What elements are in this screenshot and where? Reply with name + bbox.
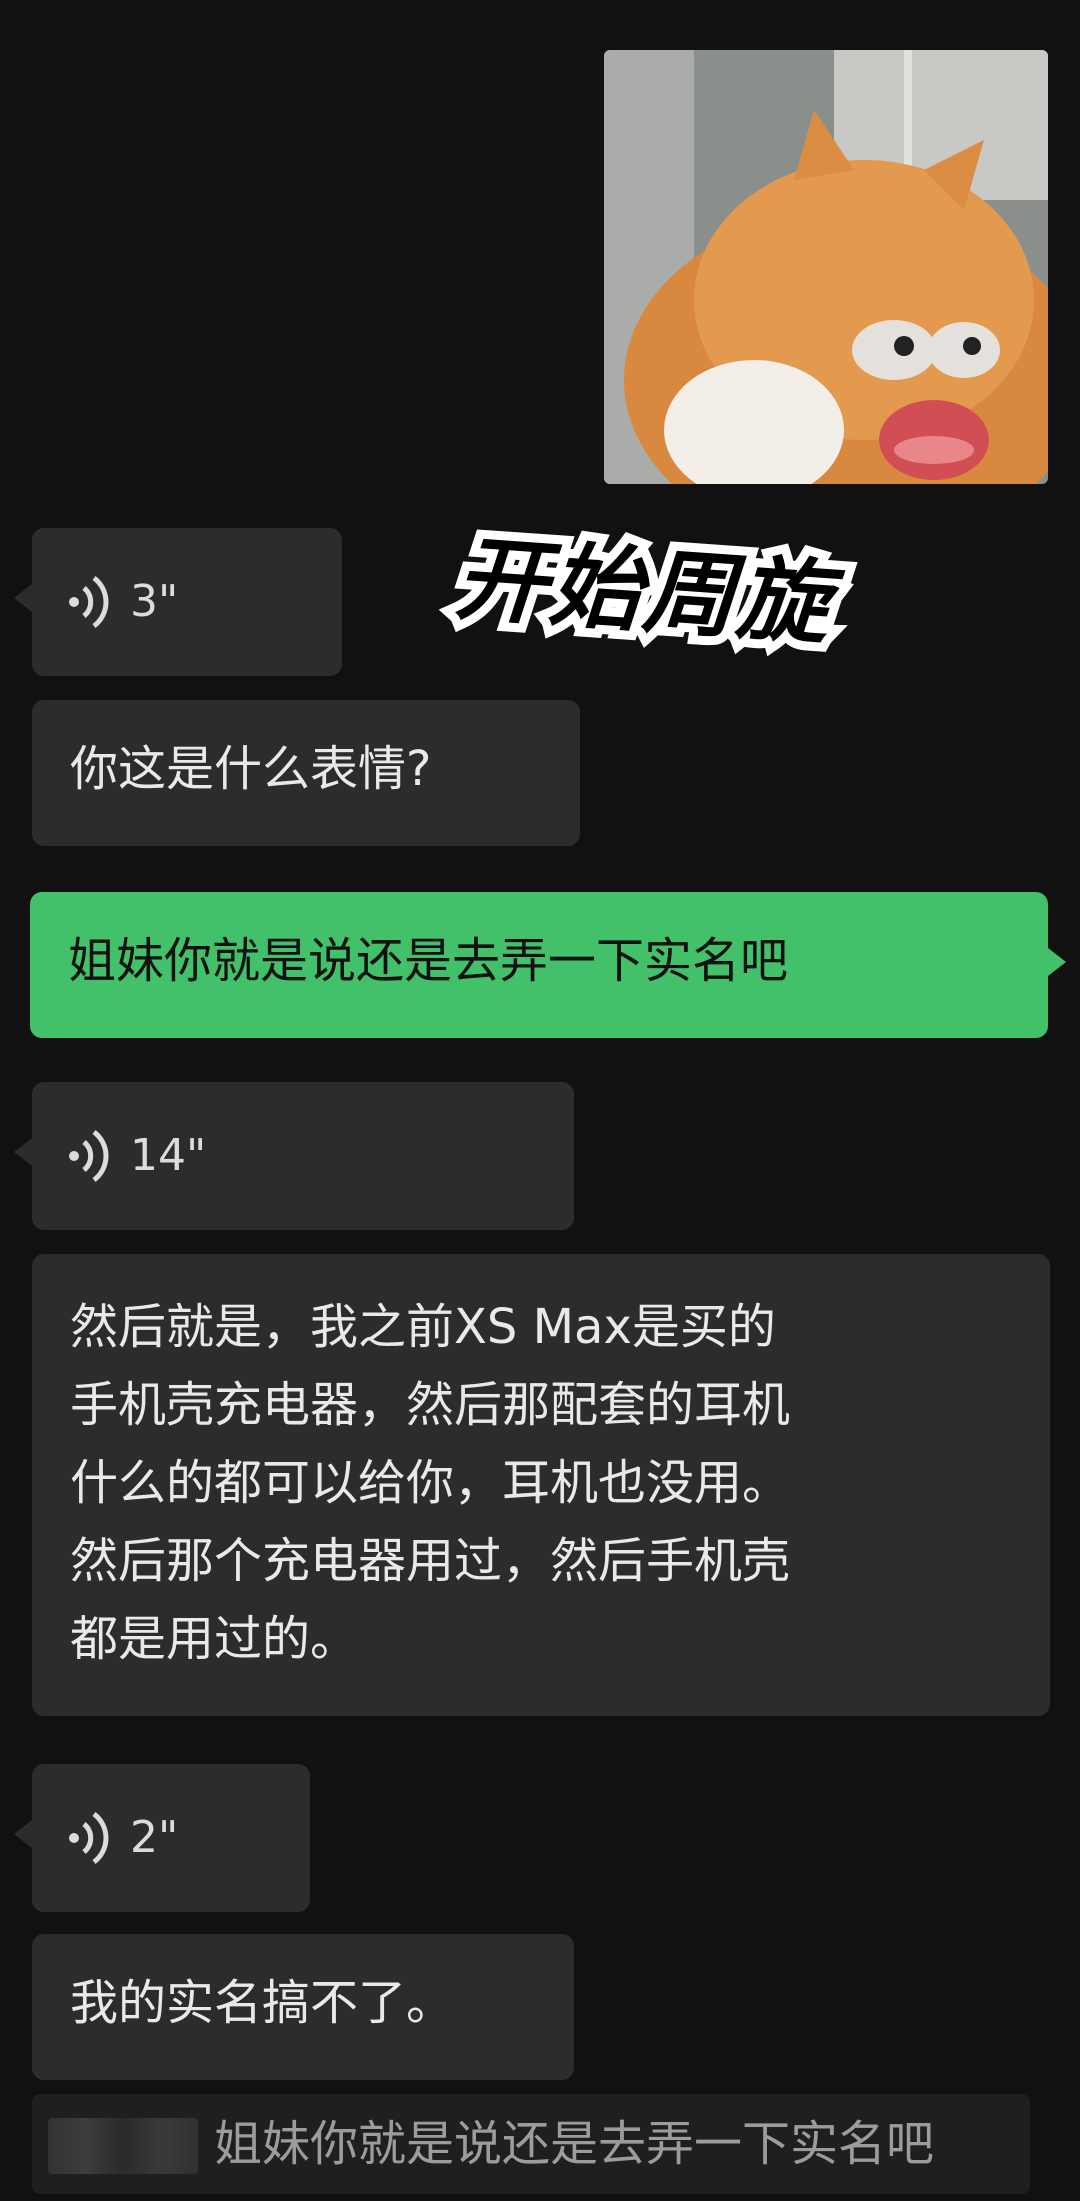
overlay-caption: 开始周旋 xyxy=(443,516,844,667)
message-text: 我的实名搞不了。 xyxy=(70,1975,455,2031)
voice-message[interactable]: 3" xyxy=(14,528,342,676)
message-text: 姐妹你就是说还是去弄一下实名吧 xyxy=(68,933,789,989)
voice-wave-icon xyxy=(69,1130,109,1182)
message-line: 然后那个充电器用过，然后手机壳 xyxy=(70,1533,791,1589)
blurred-sender-name xyxy=(48,2118,198,2174)
message-line: 什么的都可以给你，耳机也没用。 xyxy=(70,1455,791,1511)
message-text: 你这是什么表情? xyxy=(70,741,432,797)
outgoing-text-message[interactable]: 姐妹你就是说还是去弄一下实名吧 xyxy=(30,892,1066,1038)
text-message[interactable]: 你这是什么表情? xyxy=(32,700,580,846)
message-line: 都是用过的。 xyxy=(70,1611,359,1667)
message-line: 然后就是，我之前XS Max是买的 xyxy=(70,1299,776,1355)
voice-message[interactable]: 14" xyxy=(14,1082,574,1230)
text-message[interactable]: 然后就是，我之前XS Max是买的 手机壳充电器，然后那配套的耳机 什么的都可以… xyxy=(32,1254,1050,1716)
text-message[interactable]: 我的实名搞不了。 xyxy=(32,1934,574,2080)
voice-duration: 14" xyxy=(130,1130,207,1181)
reply-quote-text: 姐妹你就是说还是去弄一下实名吧 xyxy=(214,2116,935,2172)
message-line: 手机壳充电器，然后那配套的耳机 xyxy=(70,1377,791,1433)
voice-wave-icon xyxy=(69,1812,109,1864)
voice-duration: 2" xyxy=(130,1812,179,1863)
voice-wave-icon xyxy=(69,576,109,628)
image-message[interactable] xyxy=(604,50,1048,484)
voice-message[interactable]: 2" xyxy=(14,1764,310,1912)
voice-duration: 3" xyxy=(130,576,179,627)
cat-sticker-image xyxy=(604,50,1048,484)
